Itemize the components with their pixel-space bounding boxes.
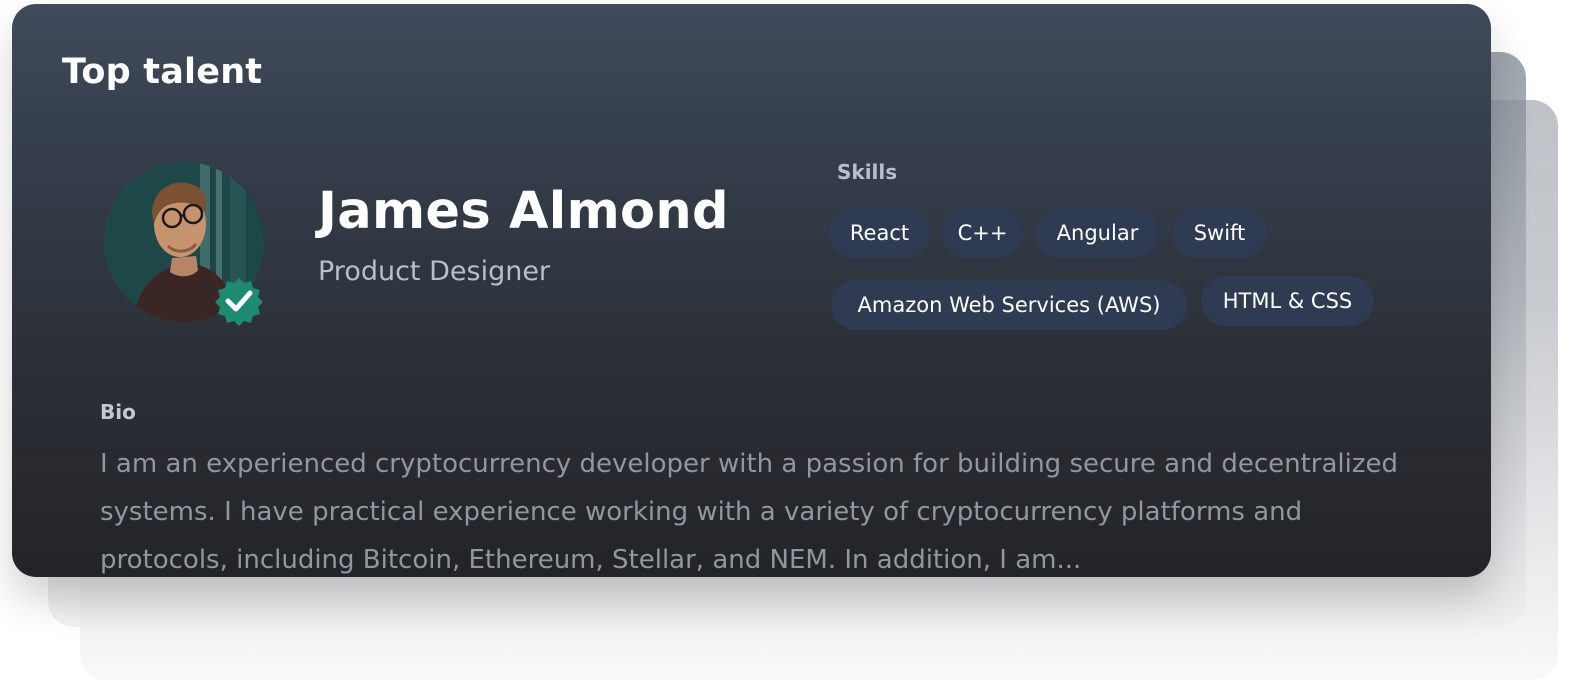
skill-chip-swift[interactable]: Swift [1172, 208, 1267, 258]
person-role: Product Designer [318, 256, 551, 287]
bio-label: Bio [100, 400, 136, 424]
bio-text: I am an experienced cryptocurrency devel… [100, 449, 1398, 575]
person-name: James Almond [318, 182, 729, 241]
skill-chip-html-css[interactable]: HTML & CSS [1201, 276, 1374, 326]
skill-chip-cpp[interactable]: C++ [942, 208, 1023, 258]
skills-label: Skills [837, 160, 898, 184]
skill-chip-aws[interactable]: Amazon Web Services (AWS) [831, 280, 1187, 330]
skill-chip-react[interactable]: React [829, 208, 930, 258]
card-title: Top talent [62, 52, 263, 92]
verified-badge-icon [215, 278, 263, 326]
talent-card-stack: Top talent James Almond Product Designer… [0, 0, 1569, 694]
talent-card[interactable]: Top talent James Almond Product Designer… [12, 4, 1491, 577]
skill-chip-angular[interactable]: Angular [1035, 208, 1160, 258]
